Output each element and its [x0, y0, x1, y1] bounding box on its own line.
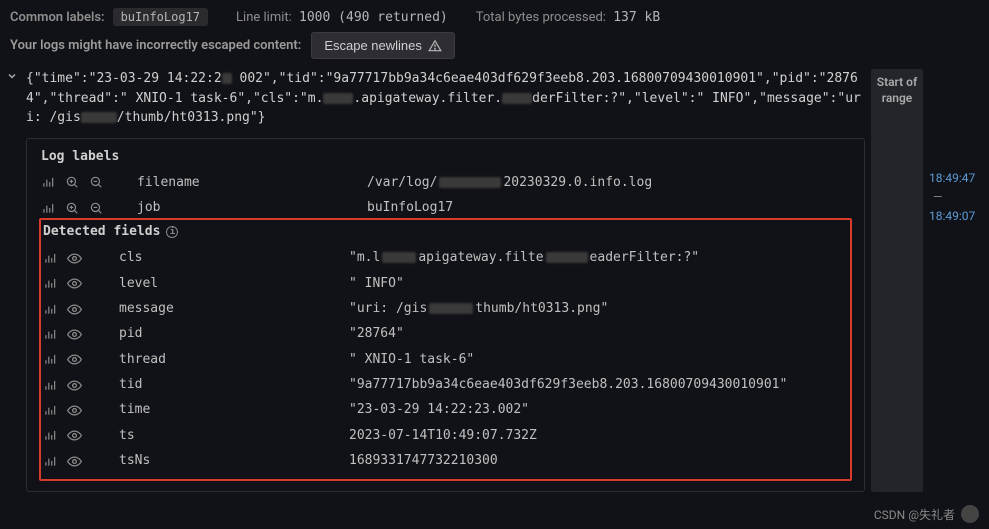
eye-icon[interactable] [67, 352, 81, 366]
detected-field-key: message [119, 296, 349, 321]
bytes-processed: Total bytes processed: 137 kB [476, 10, 660, 25]
detected-field-row: tid"9a77717bb9a34c6eae403df629f3eeb8.203… [43, 372, 848, 397]
avatar [961, 505, 979, 523]
detected-field-value: "23-03-29 14:22:23.002" [349, 397, 848, 422]
detected-field-key: tsNs [119, 448, 349, 473]
zoom-out-icon[interactable] [89, 175, 103, 189]
stats-icon[interactable] [43, 428, 57, 442]
eye-icon[interactable] [67, 454, 81, 468]
detected-field-row: level" INFO" [43, 271, 848, 296]
warning-icon [428, 39, 442, 53]
common-labels-chip[interactable]: buInfoLog17 [113, 8, 208, 26]
log-entry[interactable]: {"time":"23-03-29 14:22:2 002","tid":"9a… [6, 69, 865, 128]
detected-field-row: time"23-03-29 14:22:23.002" [43, 397, 848, 422]
log-json: {"time":"23-03-29 14:22:2 002","tid":"9a… [26, 69, 865, 128]
detected-field-value: "9a77717bb9a34c6eae403df629f3eeb8.203.16… [349, 372, 848, 397]
time-start: 18:49:47 [929, 169, 983, 188]
stats-icon[interactable] [43, 302, 57, 316]
detected-field-value: "28764" [349, 321, 848, 346]
detected-field-row: thread" XNIO-1 task-6" [43, 347, 848, 372]
chevron-down-icon[interactable] [6, 69, 20, 128]
line-limit: Line limit: 1000 (490 returned) [236, 10, 448, 25]
start-of-range-badge[interactable]: Start of range [871, 69, 923, 492]
detected-field-key: thread [119, 347, 349, 372]
detected-field-value: "uri: /gisthumb/ht0313.png" [349, 296, 848, 321]
detected-field-key: time [119, 397, 349, 422]
watermark: CSDN @失礼者 [874, 505, 979, 523]
eye-icon[interactable] [67, 428, 81, 442]
stats-icon[interactable] [43, 378, 57, 392]
log-labels-title: Log labels [41, 149, 850, 164]
label-key: job [137, 195, 367, 220]
eye-icon[interactable] [67, 327, 81, 341]
detected-field-key: level [119, 271, 349, 296]
stats-icon[interactable] [43, 327, 57, 341]
stats-icon[interactable] [41, 201, 55, 215]
stats-header: Common labels: buInfoLog17 Line limit: 1… [0, 0, 989, 30]
eye-icon[interactable] [67, 251, 81, 265]
detected-field-key: tid [119, 372, 349, 397]
detected-field-value: 2023-07-14T10:49:07.732Z [349, 423, 848, 448]
label-row: jobbuInfoLog17 [41, 195, 850, 220]
common-labels-label: Common labels: [10, 10, 105, 25]
label-value: buInfoLog17 [367, 195, 850, 220]
label-value: /var/log/ 20230329.0.info.log [367, 170, 850, 195]
zoom-out-icon[interactable] [89, 201, 103, 215]
detected-field-row: cls"m.l apigateway.filteeaderFilter:?" [43, 245, 848, 270]
detected-field-key: pid [119, 321, 349, 346]
eye-icon[interactable] [67, 302, 81, 316]
stats-icon[interactable] [43, 251, 57, 265]
zoom-in-icon[interactable] [65, 175, 79, 189]
detected-field-value: " INFO" [349, 271, 848, 296]
detected-field-value: 1689331747732210300 [349, 448, 848, 473]
info-icon[interactable]: i [166, 226, 178, 238]
detected-field-row: pid"28764" [43, 321, 848, 346]
escape-hint: Your logs might have incorrectly escaped… [10, 38, 301, 53]
time-end: 18:49:07 [929, 207, 983, 226]
eye-icon[interactable] [67, 378, 81, 392]
detected-fields-title: Detected fields i [43, 224, 848, 239]
time-range: 18:49:47 — 18:49:07 [929, 169, 983, 492]
eye-icon[interactable] [67, 276, 81, 290]
label-key: filename [137, 170, 367, 195]
detected-field-row: tsNs1689331747732210300 [43, 448, 848, 473]
detected-field-key: ts [119, 423, 349, 448]
zoom-in-icon[interactable] [65, 201, 79, 215]
detected-field-value: " XNIO-1 task-6" [349, 347, 848, 372]
stats-icon[interactable] [43, 352, 57, 366]
detected-field-row: ts2023-07-14T10:49:07.732Z [43, 423, 848, 448]
escape-newlines-button[interactable]: Escape newlines [311, 32, 455, 59]
stats-icon[interactable] [43, 454, 57, 468]
detected-field-key: cls [119, 245, 349, 270]
log-detail-panel: Log labels filename/var/log/ 20230329.0.… [26, 138, 865, 493]
stats-icon[interactable] [41, 175, 55, 189]
detected-field-value: "m.l apigateway.filteeaderFilter:?" [349, 245, 848, 270]
eye-icon[interactable] [67, 403, 81, 417]
detected-fields-highlight: Detected fields i cls"m.l apigateway.fil… [39, 218, 852, 481]
escape-row: Your logs might have incorrectly escaped… [0, 30, 989, 69]
detected-field-row: message"uri: /gisthumb/ht0313.png" [43, 296, 848, 321]
label-row: filename/var/log/ 20230329.0.info.log [41, 170, 850, 195]
stats-icon[interactable] [43, 403, 57, 417]
stats-icon[interactable] [43, 276, 57, 290]
